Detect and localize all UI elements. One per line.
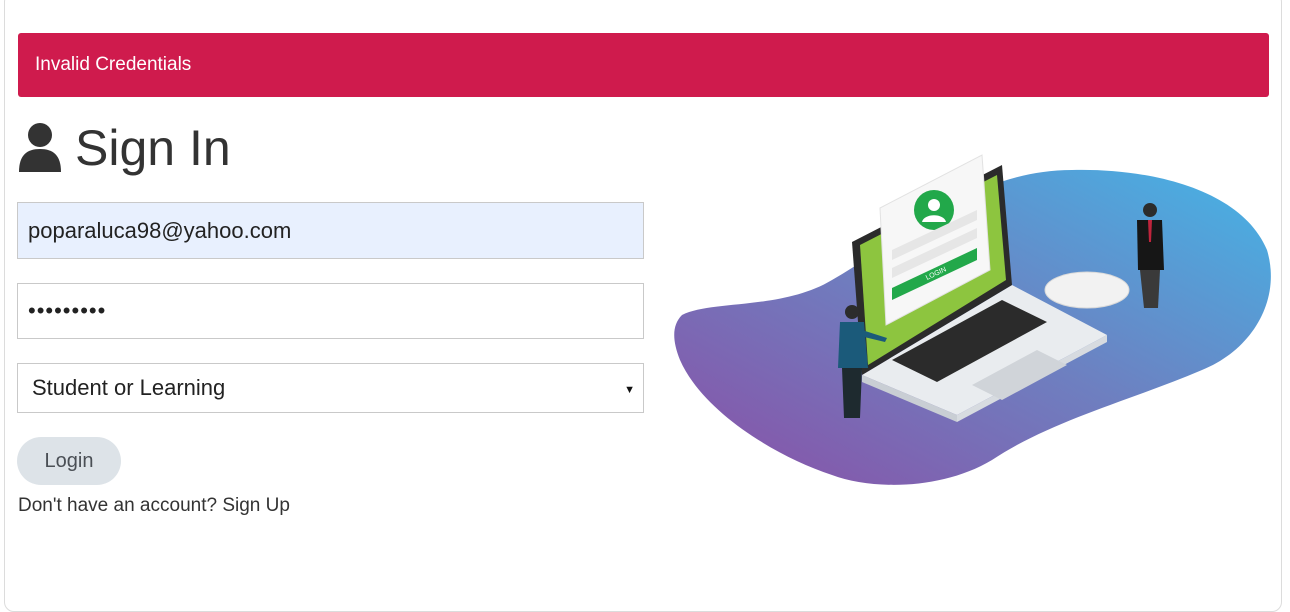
error-alert-message: Invalid Credentials — [35, 54, 192, 75]
login-illustration: LOGIN — [674, 154, 1271, 485]
page-title-text: Sign In — [75, 120, 231, 176]
signup-prompt-text: Don't have an account? — [18, 495, 218, 516]
email-field[interactable] — [17, 202, 644, 259]
user-icon — [19, 123, 61, 172]
error-alert: Invalid Credentials — [18, 33, 1269, 97]
caret-down-icon: ▼ — [624, 384, 635, 396]
password-field[interactable]: ••••••••• — [17, 283, 644, 339]
signup-link[interactable]: Sign Up — [222, 495, 290, 516]
role-select-value: Student or Learning — [32, 375, 226, 400]
page-title: Sign In — [17, 116, 231, 180]
password-mask: ••••••••• — [28, 298, 107, 323]
signup-prompt: Don't have an account? Sign Up — [18, 494, 290, 518]
login-button[interactable]: Login — [17, 437, 121, 485]
role-select[interactable]: Student or Learning ▼ — [17, 363, 644, 413]
